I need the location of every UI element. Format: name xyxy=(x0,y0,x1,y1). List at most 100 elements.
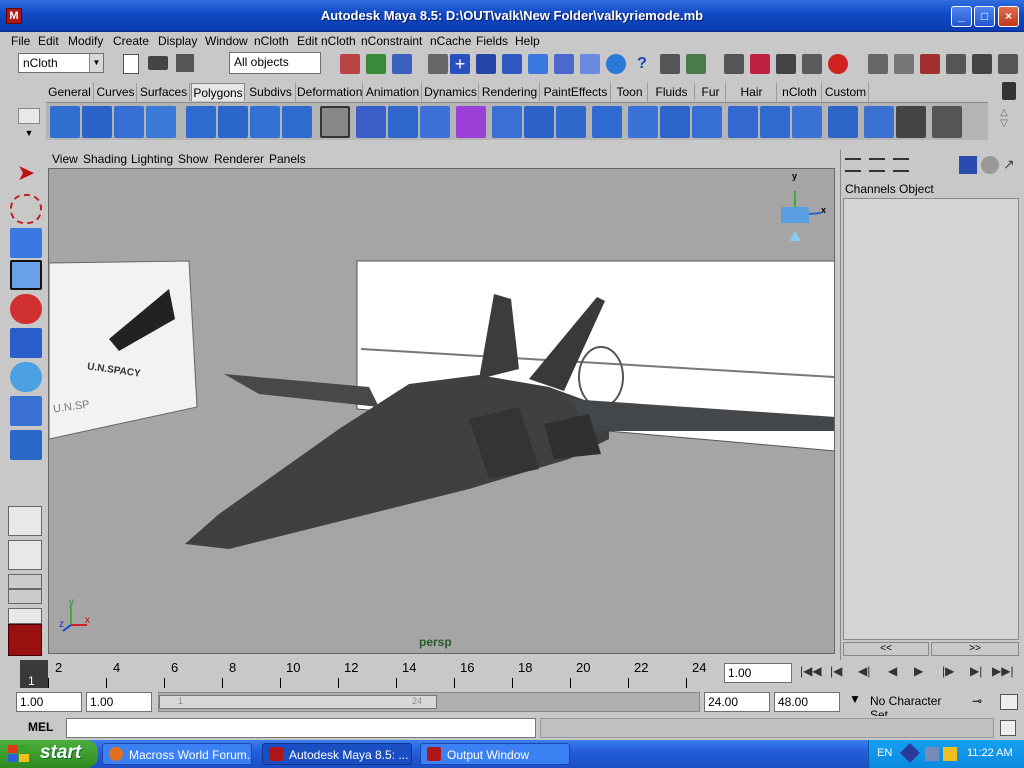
poly-helix-icon[interactable] xyxy=(320,106,350,138)
tab-deformation[interactable]: Deformation xyxy=(297,83,363,101)
range-slider-track[interactable]: 1 24 xyxy=(158,692,700,712)
menu-create[interactable]: Create xyxy=(113,34,149,48)
tab-subdivs[interactable]: Subdivs xyxy=(246,83,296,101)
input-line-icon[interactable] xyxy=(868,54,888,74)
trash-icon[interactable] xyxy=(1002,82,1016,100)
select-tool-icon[interactable]: ➤ xyxy=(10,160,42,190)
menu-modify[interactable]: Modify xyxy=(68,34,103,48)
start-time-field[interactable]: 1.00 xyxy=(16,692,82,712)
move-tool-icon[interactable] xyxy=(10,260,42,290)
selection-mask-dropdown[interactable]: All objects xyxy=(229,52,321,74)
tab-surfaces[interactable]: Surfaces xyxy=(138,83,190,101)
poly-plane-icon[interactable] xyxy=(186,106,216,138)
render-current-icon[interactable] xyxy=(750,54,770,74)
snap-view-plane-icon[interactable] xyxy=(528,54,548,74)
go-to-start-button[interactable]: |◀◀ xyxy=(800,664,822,678)
task-macross-forum[interactable]: Macross World Forum... xyxy=(102,743,252,765)
tab-ncloth[interactable]: nCloth xyxy=(778,83,822,101)
menu-ncloth[interactable]: nCloth xyxy=(254,34,289,48)
mask-menu-icon[interactable] xyxy=(428,54,448,74)
step-back-key-button[interactable]: ◀| xyxy=(858,664,870,678)
menu-file[interactable]: File xyxy=(11,34,30,48)
current-time-field[interactable]: 1.00 xyxy=(724,663,792,683)
collapse-icon[interactable] xyxy=(760,106,790,138)
start-button[interactable]: start xyxy=(0,740,98,768)
render-settings-icon[interactable] xyxy=(802,54,822,74)
tool-settings-icon[interactable] xyxy=(946,54,966,74)
playback-end-field[interactable]: 24.00 xyxy=(704,692,770,712)
character-set-arrow-icon[interactable]: ▼ xyxy=(844,692,866,712)
rotate-tool-icon[interactable] xyxy=(10,294,42,324)
persp-graph-layout-icon[interactable] xyxy=(8,608,42,624)
insert-edge-loop-icon[interactable] xyxy=(628,106,658,138)
mel-label[interactable]: MEL xyxy=(28,720,53,734)
step-back-button[interactable]: |◀ xyxy=(830,664,842,678)
mel-input[interactable] xyxy=(66,718,536,738)
select-hierarchy-icon[interactable] xyxy=(340,54,360,74)
menu-help[interactable]: Help xyxy=(515,34,540,48)
select-object-icon[interactable] xyxy=(366,54,386,74)
select-lock-icon[interactable] xyxy=(686,54,706,74)
lasso-tool-icon[interactable] xyxy=(10,194,42,224)
tab-curves[interactable]: Curves xyxy=(95,83,137,101)
menu-edit-ncloth[interactable]: Edit nCloth xyxy=(297,34,356,48)
play-backwards-button[interactable]: ◀ xyxy=(888,664,897,678)
tab-animation[interactable]: Animation xyxy=(364,83,422,101)
poly-torus-icon[interactable] xyxy=(218,106,248,138)
planar-map-icon[interactable] xyxy=(864,106,894,138)
make-live-icon[interactable] xyxy=(554,54,574,74)
new-scene-icon[interactable] xyxy=(123,54,139,74)
merge-vertex-icon[interactable] xyxy=(728,106,758,138)
view-cube-icon[interactable] xyxy=(781,207,809,223)
smooth-icon[interactable] xyxy=(420,106,450,138)
playback-start-field[interactable]: 1.00 xyxy=(86,692,152,712)
menu-nconstraint[interactable]: nConstraint xyxy=(361,34,422,48)
tab-fluids[interactable]: Fluids xyxy=(649,83,695,101)
shelf-scroll-icon[interactable]: △ ▽ xyxy=(996,107,1012,137)
channel-box-toggle-icon[interactable] xyxy=(972,54,992,74)
wedge-icon[interactable] xyxy=(792,106,822,138)
display-layer-icon[interactable] xyxy=(959,156,977,174)
minimize-button[interactable]: _ xyxy=(951,6,972,27)
poly-pipe-icon[interactable] xyxy=(282,106,312,138)
snap-grid-icon[interactable]: + xyxy=(450,54,470,74)
sidebar-toggle-icon[interactable] xyxy=(894,54,914,74)
poke-icon[interactable] xyxy=(828,106,858,138)
menu-display[interactable]: Display xyxy=(158,34,197,48)
range-slider-handle[interactable]: 1 24 xyxy=(159,695,437,709)
attribute-editor-icon[interactable] xyxy=(920,54,940,74)
warning-icon[interactable] xyxy=(943,747,957,761)
step-forward-button[interactable]: ▶| xyxy=(970,664,982,678)
tray-arrow-icon[interactable] xyxy=(900,743,920,763)
render-layer-icon[interactable] xyxy=(981,156,999,174)
panel-menu-show[interactable]: Show xyxy=(178,152,208,166)
time-slider[interactable]: 1 2 4 6 8 10 12 14 16 18 20 22 24 xyxy=(18,658,720,688)
language-indicator[interactable]: EN xyxy=(877,747,892,759)
ipr-render-icon[interactable] xyxy=(776,54,796,74)
menu-fields[interactable]: Fields xyxy=(476,34,508,48)
channel-menu-channels[interactable]: Channels xyxy=(845,182,896,196)
bridge-icon[interactable] xyxy=(524,106,554,138)
append-polygon-icon[interactable] xyxy=(556,106,586,138)
scroll-prev-button[interactable]: << xyxy=(843,642,929,656)
character-set-field[interactable]: No Character Set xyxy=(868,692,964,722)
select-component-icon[interactable] xyxy=(392,54,412,74)
menu-set-dropdown[interactable]: nCloth ▼ xyxy=(18,53,104,73)
tab-polygons[interactable]: Polygons xyxy=(191,83,245,101)
paint-select-tool-icon[interactable] xyxy=(10,228,42,258)
perspective-viewport[interactable]: U.N.SPACY U.N.SP y x y x z persp xyxy=(48,168,835,654)
menu-ncache[interactable]: nCache xyxy=(430,34,471,48)
checker-icon[interactable] xyxy=(932,106,962,138)
save-scene-icon[interactable] xyxy=(176,54,194,72)
panel-menu-renderer[interactable]: Renderer xyxy=(214,152,264,166)
combine-icon[interactable] xyxy=(356,106,386,138)
script-editor-icon[interactable] xyxy=(1000,720,1016,736)
separate-icon[interactable] xyxy=(388,106,418,138)
split-polygon-icon[interactable] xyxy=(592,106,622,138)
soft-modification-icon[interactable] xyxy=(10,396,42,426)
auto-key-icon[interactable]: ⊸ xyxy=(972,694,994,710)
clock[interactable]: 11:22 AM xyxy=(967,747,1013,759)
universal-manipulator-icon[interactable] xyxy=(10,362,42,392)
tab-fur[interactable]: Fur xyxy=(696,83,726,101)
layer-editor-mode-icon[interactable] xyxy=(869,158,885,172)
